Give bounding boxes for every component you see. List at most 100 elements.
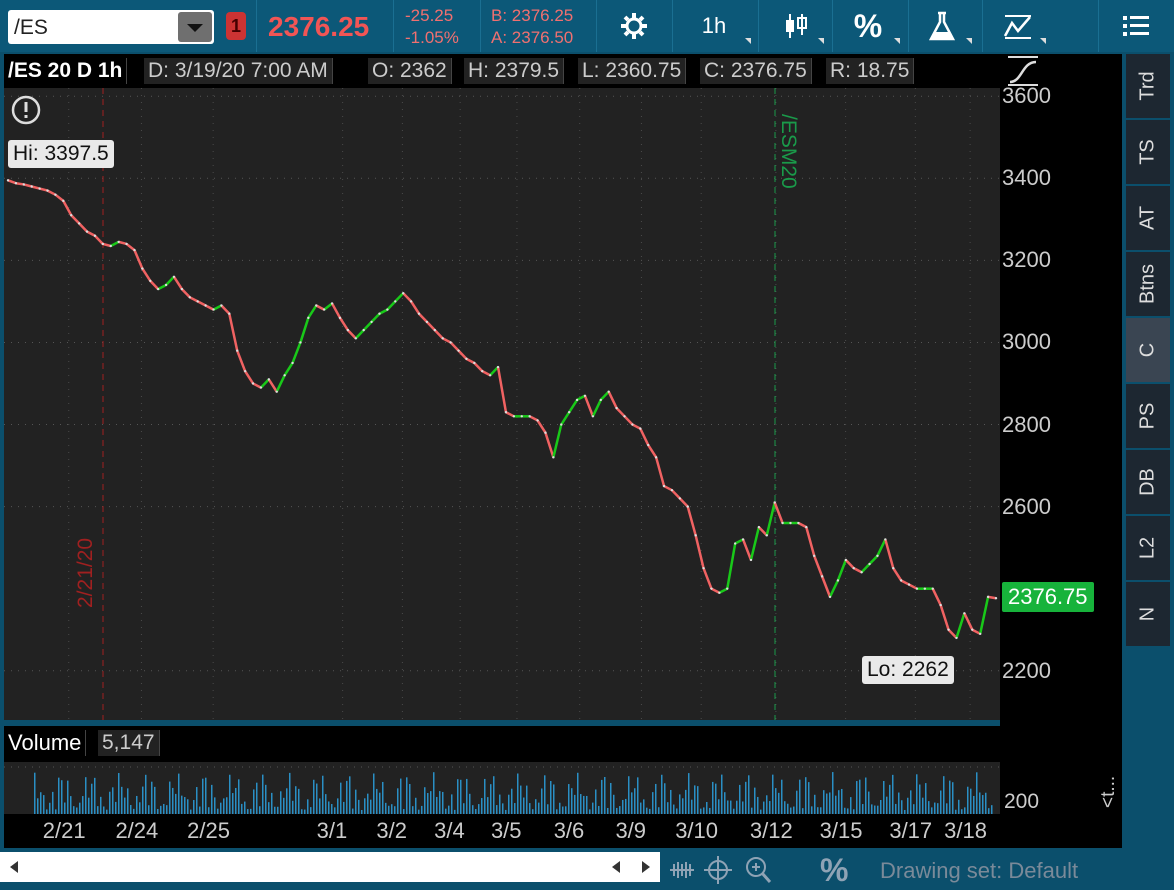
volume-bar xyxy=(142,786,144,814)
price-point xyxy=(77,222,81,225)
volume-bar xyxy=(160,805,162,814)
scroll-left-icon[interactable] xyxy=(612,861,620,873)
x-tick-label: 3/2 xyxy=(376,818,407,843)
right-tab-db[interactable]: DB xyxy=(1126,450,1170,516)
price-point xyxy=(473,361,476,365)
price-point xyxy=(275,390,278,393)
pan-icon[interactable] xyxy=(670,862,694,878)
timeframe-button[interactable]: 1h xyxy=(690,8,738,44)
volume-bar xyxy=(478,804,480,814)
volume-header: Volume 5,147 xyxy=(4,726,1000,762)
volume-bar xyxy=(637,777,639,814)
horizontal-scrollbar[interactable] xyxy=(0,852,660,882)
volume-bar xyxy=(82,796,84,814)
volume-bar xyxy=(655,783,657,814)
volume-bar xyxy=(658,807,660,814)
volume-bar xyxy=(787,803,789,814)
volume-bar xyxy=(574,794,576,814)
volume-bar xyxy=(325,794,327,814)
volume-bar xyxy=(928,801,930,814)
price-segment xyxy=(244,370,255,385)
crosshair-icon[interactable] xyxy=(704,856,732,884)
menu-icon[interactable] xyxy=(1116,8,1156,44)
separator xyxy=(832,0,833,52)
y-tick-label: 3000 xyxy=(1002,329,1051,355)
x-tick-label: 2/25 xyxy=(187,818,230,843)
price-segment xyxy=(299,317,310,343)
volume-bar xyxy=(619,806,621,814)
right-tab-c[interactable]: C xyxy=(1126,318,1170,384)
right-tab-n[interactable]: N xyxy=(1126,582,1170,648)
side-collapsed-label[interactable]: <t... xyxy=(1098,776,1120,808)
price-point xyxy=(623,415,626,418)
scroll-right-icon[interactable] xyxy=(642,861,650,873)
price-point xyxy=(797,521,800,525)
gear-icon[interactable] xyxy=(612,8,656,44)
candlestick-icon[interactable] xyxy=(776,8,816,44)
volume-bar xyxy=(40,792,42,814)
separator xyxy=(256,0,257,52)
right-tab-ts[interactable]: TS xyxy=(1126,120,1170,186)
price-point xyxy=(394,300,397,303)
volume-bar xyxy=(94,777,96,814)
price-point xyxy=(133,248,136,252)
volume-bar xyxy=(874,805,876,814)
percent-toggle-icon[interactable]: % xyxy=(820,852,848,889)
price-chart[interactable]: Hi: 3397.5 Lo: 2262 2/21/20 /ESM20 xyxy=(4,88,1000,720)
right-tab-l2[interactable]: L2 xyxy=(1126,516,1170,582)
volume-bar xyxy=(670,789,672,814)
volume-bar xyxy=(985,792,987,814)
separator xyxy=(393,0,394,52)
price-segment xyxy=(78,222,88,233)
price-segment xyxy=(631,423,641,430)
percent-icon[interactable]: % xyxy=(846,8,890,44)
volume-bar xyxy=(472,805,474,814)
volume-bar xyxy=(937,803,939,814)
volume-bar xyxy=(769,801,771,814)
price-segment xyxy=(505,411,515,418)
drawing-set-label[interactable]: Drawing set: Default xyxy=(880,858,1078,884)
right-tab-at[interactable]: AT xyxy=(1126,186,1170,252)
volume-bar xyxy=(628,776,630,814)
volume-bar xyxy=(466,778,468,814)
right-tab-label: Btns xyxy=(1136,263,1159,305)
price-point xyxy=(267,378,271,381)
toolbar: /ES 1 2376.25 -25.25 -1.05% B: 2376.25 A… xyxy=(0,0,1174,52)
symbol-dropdown-button[interactable] xyxy=(178,12,212,42)
separator xyxy=(758,0,759,52)
volume-bar xyxy=(127,788,129,814)
volume-bar xyxy=(364,798,366,814)
volume-bar xyxy=(451,794,453,814)
volume-bar xyxy=(310,807,312,814)
scroll-left-icon[interactable] xyxy=(10,861,18,873)
alert-exclamation-icon[interactable] xyxy=(10,94,42,126)
zoom-icon[interactable] xyxy=(746,857,772,883)
x-tick-label: 3/17 xyxy=(889,818,933,843)
low-callout: Lo: 2262 xyxy=(862,656,954,684)
price-point xyxy=(971,628,974,631)
price-segment xyxy=(149,280,160,290)
volume-bar xyxy=(253,789,255,814)
y-tick-label: 3400 xyxy=(1002,165,1051,191)
price-point xyxy=(575,398,579,402)
volume-bar xyxy=(943,776,945,814)
drawing-icon[interactable] xyxy=(998,8,1038,44)
right-tab-trd[interactable]: Trd xyxy=(1126,54,1170,120)
price-point xyxy=(813,554,816,558)
alert-badge[interactable]: 1 xyxy=(226,12,246,40)
volume-chart[interactable] xyxy=(4,762,1000,814)
right-tab-ps[interactable]: PS xyxy=(1126,384,1170,450)
volume-bar xyxy=(778,792,780,814)
volume-bar xyxy=(427,793,429,814)
volume-bar xyxy=(295,786,297,814)
right-tab-btns[interactable]: Btns xyxy=(1126,252,1170,318)
price-point xyxy=(892,566,895,570)
flask-icon[interactable] xyxy=(924,8,960,44)
volume-bar xyxy=(952,782,954,814)
price-point xyxy=(986,595,990,599)
price-segment xyxy=(449,341,460,352)
last-price-tag: 2376.75 xyxy=(1002,582,1094,612)
volume-bar xyxy=(625,798,627,814)
symbol-value[interactable]: /ES xyxy=(14,16,48,40)
price-point xyxy=(662,484,666,488)
